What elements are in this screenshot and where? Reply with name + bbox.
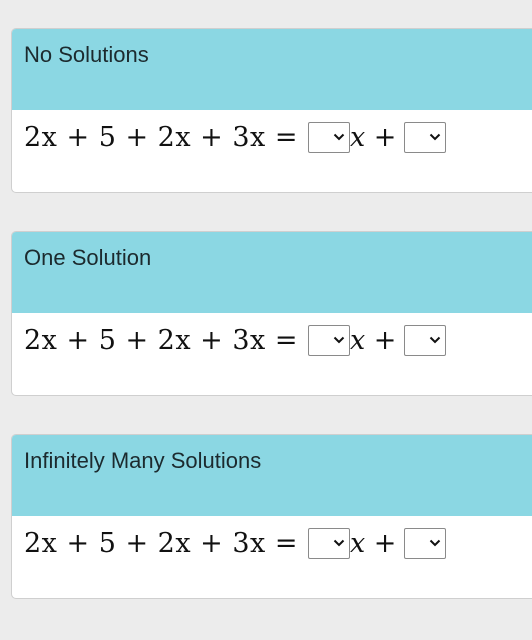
chevron-down-icon bbox=[333, 539, 345, 547]
card-infinitely-many-solutions: Infinitely Many Solutions 2x + 5 + 2x + … bbox=[11, 434, 532, 599]
equation-row: 2x + 5 + 2x + 3x = x + bbox=[12, 110, 532, 192]
coefficient-dropdown[interactable] bbox=[307, 121, 350, 153]
card-header: No Solutions bbox=[12, 29, 532, 110]
chevron-down-icon bbox=[430, 336, 441, 344]
equation-row: 2x + 5 + 2x + 3x = x + bbox=[12, 516, 532, 598]
constant-dropdown[interactable] bbox=[404, 121, 447, 153]
variable-x: x bbox=[349, 324, 366, 356]
card-title: One Solution bbox=[24, 245, 152, 270]
variable-x: x bbox=[349, 527, 366, 559]
constant-dropdown[interactable] bbox=[404, 527, 447, 559]
chevron-down-icon bbox=[430, 133, 441, 141]
plus-sign: + bbox=[373, 121, 397, 153]
coefficient-dropdown[interactable] bbox=[307, 324, 350, 356]
equation-lhs: 2x + 5 + 2x + 3x = bbox=[24, 527, 298, 559]
coefficient-dropdown[interactable] bbox=[307, 527, 350, 559]
chevron-down-icon bbox=[333, 133, 345, 141]
card-header: One Solution bbox=[12, 232, 532, 313]
constant-dropdown[interactable] bbox=[404, 324, 447, 356]
chevron-down-icon bbox=[333, 336, 345, 344]
card-no-solutions: No Solutions 2x + 5 + 2x + 3x = x + bbox=[11, 28, 532, 193]
card-title: No Solutions bbox=[24, 42, 149, 67]
equation-lhs: 2x + 5 + 2x + 3x = bbox=[24, 121, 298, 153]
plus-sign: + bbox=[373, 527, 397, 559]
card-header: Infinitely Many Solutions bbox=[12, 435, 532, 516]
equation-lhs: 2x + 5 + 2x + 3x = bbox=[24, 324, 298, 356]
card-one-solution: One Solution 2x + 5 + 2x + 3x = x + bbox=[11, 231, 532, 396]
card-title: Infinitely Many Solutions bbox=[24, 448, 262, 473]
equation-row: 2x + 5 + 2x + 3x = x + bbox=[12, 313, 532, 395]
variable-x: x bbox=[349, 121, 366, 153]
chevron-down-icon bbox=[430, 539, 441, 547]
plus-sign: + bbox=[373, 324, 397, 356]
